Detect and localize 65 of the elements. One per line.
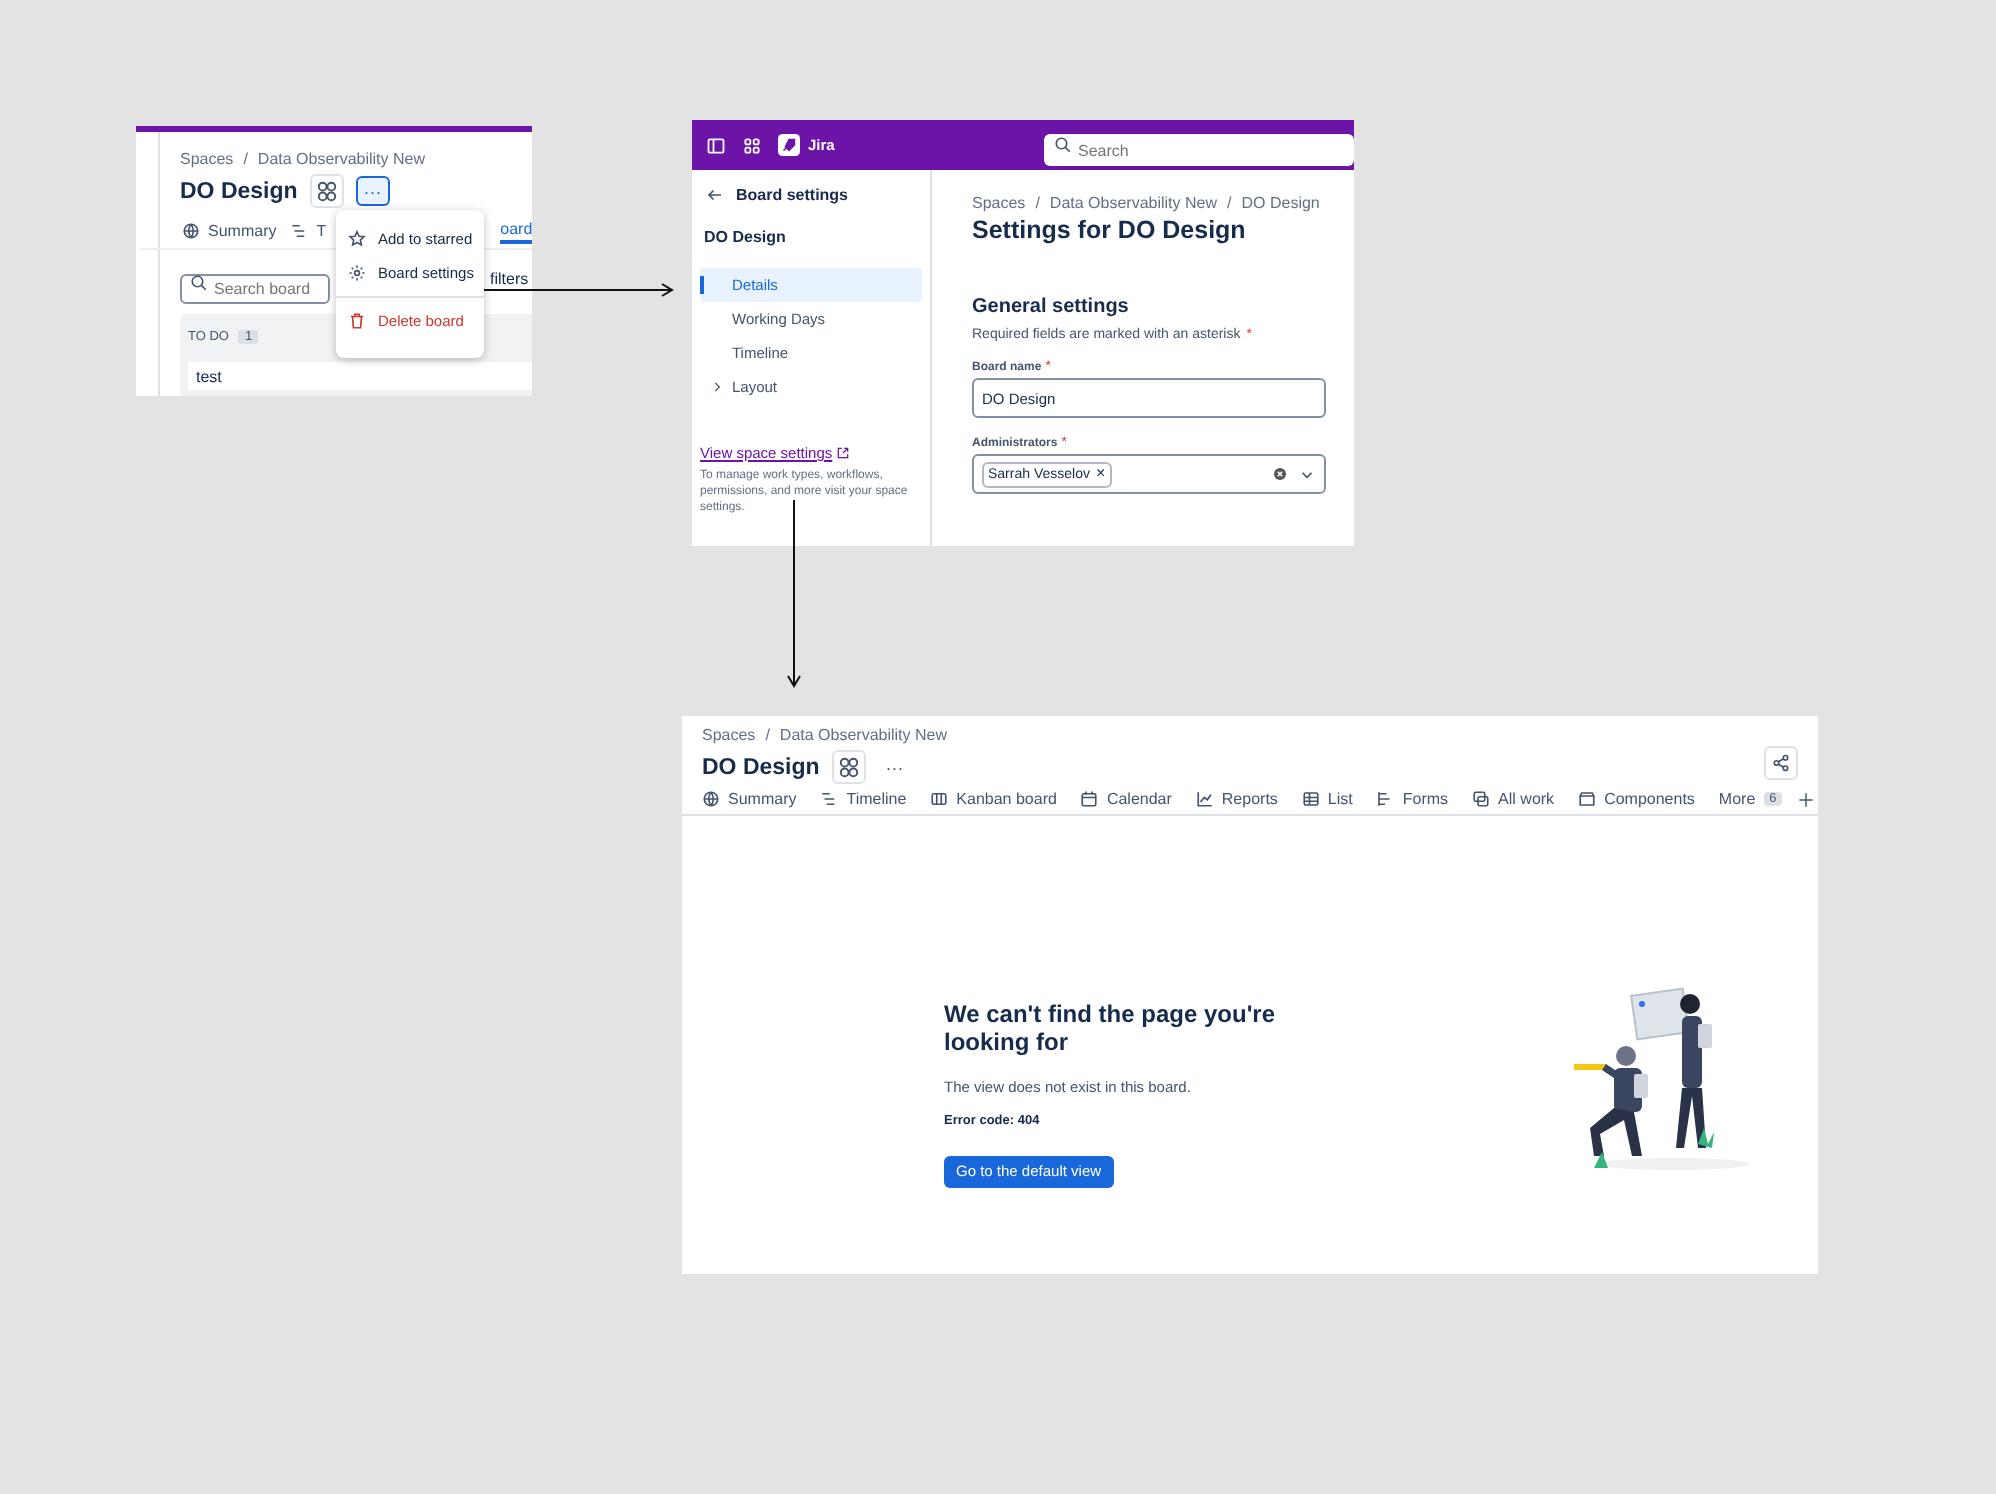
back-arrow-icon[interactable]	[706, 186, 724, 204]
section-title: General settings	[972, 296, 1131, 318]
remove-button[interactable]: ×	[1095, 466, 1106, 482]
tab[interactable]: Reports	[1195, 790, 1278, 808]
breadcrumb-separator: /	[243, 150, 248, 168]
trash-icon	[348, 312, 366, 330]
issue-card[interactable]: test	[188, 362, 532, 390]
breadcrumb-link[interactable]: Data Observability New	[779, 726, 948, 744]
globe-icon	[702, 790, 720, 808]
breadcrumb-link[interactable]: Spaces	[972, 194, 1026, 212]
page-title: Settings for DO Design	[972, 216, 1248, 244]
board-title: DO Design	[702, 755, 820, 779]
search-icon	[1054, 135, 1072, 153]
search-field[interactable]: Search board	[180, 274, 330, 304]
tab[interactable]: Forms	[1376, 790, 1449, 808]
chart-icon	[1195, 790, 1214, 808]
star-icon	[348, 230, 366, 248]
people-icon[interactable]	[831, 750, 866, 784]
tab[interactable]: Summary	[702, 790, 797, 808]
external-link-icon[interactable]	[836, 446, 851, 460]
search-field[interactable]: Search	[1044, 134, 1354, 166]
calendar-icon	[1080, 790, 1099, 808]
search-icon	[190, 274, 208, 292]
tab[interactable]: Calendar	[1080, 790, 1172, 808]
breadcrumb-link[interactable]: Spaces	[180, 150, 234, 168]
board-name: DO Design	[704, 228, 788, 246]
empty-state-heading: We can't find the page you're looking for	[944, 1000, 1278, 1058]
breadcrumb-separator: /	[1035, 194, 1040, 212]
gear-icon	[348, 264, 366, 282]
timeline-icon	[290, 222, 309, 240]
globe-icon	[182, 222, 200, 240]
stack-icon	[1472, 790, 1491, 808]
people-icon[interactable]	[309, 174, 344, 208]
columns-icon	[930, 790, 949, 808]
chevron-icon	[710, 380, 724, 394]
tab[interactable]: List	[1301, 790, 1353, 808]
tab[interactable]: Summary	[182, 220, 277, 244]
apps-grid-icon[interactable]	[742, 135, 762, 155]
breadcrumb-separator: /	[1227, 194, 1232, 212]
box-icon	[1578, 790, 1597, 808]
more-button[interactable]: ···	[877, 752, 912, 782]
sidebar-icon[interactable]	[706, 135, 726, 155]
share-button[interactable]	[1764, 746, 1798, 780]
tab[interactable]: Kanban board	[930, 790, 1057, 808]
tab[interactable]: Timeline	[820, 790, 907, 808]
tab[interactable]: Components	[1578, 790, 1695, 808]
table-icon	[1301, 790, 1320, 808]
logo-icon[interactable]	[778, 134, 800, 156]
share-icon	[1772, 754, 1790, 772]
breadcrumb-link[interactable]: DO Design	[1241, 194, 1320, 212]
filters-button[interactable]: filters	[490, 270, 529, 288]
clear-icon[interactable]	[1272, 466, 1288, 482]
breadcrumb-separator: /	[765, 726, 770, 744]
add-icon[interactable]	[1798, 791, 1815, 807]
breadcrumb-link[interactable]: Spaces	[702, 726, 756, 744]
breadcrumb-link[interactable]: Data Observability New	[1049, 194, 1218, 212]
sidebar-title: Board settings	[736, 186, 849, 204]
more-button[interactable]: ···	[355, 176, 390, 206]
board-title: DO Design	[180, 179, 298, 203]
breadcrumb-link[interactable]: Data Observability New	[257, 150, 426, 168]
timeline-icon	[820, 790, 839, 808]
tab[interactable]: T	[290, 220, 327, 244]
form-icon	[1376, 790, 1395, 808]
tab[interactable]: oard	[500, 220, 532, 244]
tab[interactable]: All work	[1472, 790, 1555, 808]
